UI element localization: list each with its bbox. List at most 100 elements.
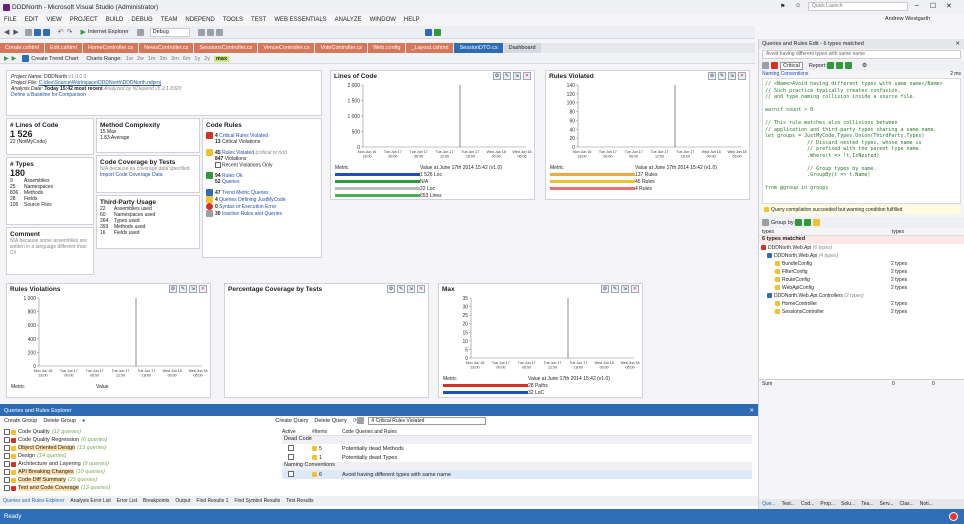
browser-select[interactable]: Internet Explorer: [88, 29, 129, 35]
chart-settings-icon[interactable]: ⚙: [169, 285, 177, 293]
rp-conventions-link[interactable]: Naming Conventions: [762, 71, 808, 77]
rp-tab[interactable]: Serv...: [876, 501, 896, 507]
create-group-button[interactable]: Create Group: [4, 418, 37, 424]
group-checkbox[interactable]: [4, 469, 10, 475]
chart-export-icon[interactable]: ⇲: [728, 72, 736, 80]
bp-tab[interactable]: Breakpoints: [140, 498, 172, 504]
chart-edit-icon[interactable]: ✎: [718, 72, 726, 80]
range-option[interactable]: 2w: [137, 56, 144, 62]
chart-export-icon[interactable]: ⇲: [621, 285, 629, 293]
bp-tab[interactable]: Find Symbol Results: [231, 498, 283, 504]
range-option[interactable]: 1m: [148, 56, 156, 62]
attach-icon[interactable]: [197, 28, 205, 36]
queries-link[interactable]: Queries: [222, 179, 240, 185]
chart-export-icon[interactable]: ⇲: [407, 285, 415, 293]
menu-web-essentials[interactable]: WEB ESSENTIALS: [270, 17, 330, 23]
chart-settings-icon[interactable]: ⚙: [387, 285, 395, 293]
result-row[interactable]: FilterConfig 2 types: [759, 268, 964, 276]
rule-group-select[interactable]: 4 Critical Rules Violated: [368, 416, 487, 425]
bp-col-queries[interactable]: Code Queries and Rules: [342, 429, 397, 435]
chart-edit-icon[interactable]: ✎: [179, 285, 187, 293]
menu-ndepend[interactable]: NDEPEND: [181, 17, 218, 23]
rp-tab[interactable]: Prop...: [817, 501, 838, 507]
config-select[interactable]: Debug: [149, 27, 190, 37]
doc-tab[interactable]: HomeController.cs: [82, 43, 139, 53]
doc-tab[interactable]: _Layout.cshtml: [406, 43, 454, 53]
bp-tab[interactable]: Output: [172, 498, 193, 504]
menu-debug[interactable]: DEBUG: [127, 17, 156, 23]
notification-icon[interactable]: ⚑: [780, 3, 785, 10]
bp-col-active[interactable]: Active: [282, 429, 312, 435]
thirdparty-tile[interactable]: Third-Party Usage 22 Assemblies used 60 Nam…: [96, 195, 200, 249]
doc-tab[interactable]: SessionDTO.cs: [454, 43, 503, 53]
bp-tab[interactable]: Find Results 1: [193, 498, 231, 504]
doc-tab[interactable]: NewsController.cs: [139, 43, 194, 53]
delete-group-button[interactable]: Delete Group: [43, 418, 76, 424]
run-icon[interactable]: ▶: [81, 28, 86, 36]
user-name[interactable]: Andrew Westgarth: [885, 16, 930, 22]
range-option[interactable]: 3m: [171, 56, 179, 62]
doc-tab[interactable]: Create.cshtml: [0, 43, 44, 53]
error-link[interactable]: Syntax or Execution Error: [219, 204, 276, 210]
chart-settings-icon[interactable]: ⚙: [601, 285, 609, 293]
chart-close-icon[interactable]: ✕: [738, 72, 746, 80]
bp-help-icon[interactable]: ●: [82, 418, 85, 424]
group-checkbox[interactable]: [4, 437, 10, 443]
rp-tab[interactable]: Solu...: [838, 501, 858, 507]
rp-tab[interactable]: Tea...: [858, 501, 876, 507]
rules-violated-link[interactable]: Rules Violated: [222, 150, 254, 156]
critical-rules-link[interactable]: Critical Rules Violated: [219, 133, 268, 139]
query-group[interactable]: Code Quality Regression (6 queries): [4, 436, 269, 444]
query-group[interactable]: Test and Code Coverage (13 queries): [4, 484, 269, 492]
bp-col-items[interactable]: #Items: [312, 429, 342, 435]
query-row[interactable]: 5 Potentially dead Methods: [282, 444, 752, 453]
rp-close-icon[interactable]: ✕: [955, 41, 960, 47]
create-trend-chart-button[interactable]: Create Trend Chart: [31, 56, 78, 62]
menu-file[interactable]: FILE: [0, 17, 21, 23]
play-icon[interactable]: ▶: [4, 55, 9, 62]
bookmark-icon[interactable]: [206, 28, 214, 36]
bp-tab[interactable]: Queries and Rules Explorer: [0, 498, 67, 504]
group-checkbox[interactable]: [4, 461, 10, 467]
bp-nav-icon[interactable]: [357, 417, 365, 424]
complexity-tile[interactable]: Method Complexity 15 Max 1.83 Average: [96, 118, 200, 153]
rp-folder-icon[interactable]: [813, 219, 821, 226]
result-row[interactable]: DDDNorth.Web.Api (6 types): [759, 244, 964, 252]
rp-settings-icon[interactable]: ⚙: [862, 62, 867, 69]
ndepend-icon[interactable]: [424, 28, 432, 36]
result-row[interactable]: DDDNorth.Web.Api (4 types): [759, 252, 964, 260]
menu-test[interactable]: TEST: [247, 17, 270, 23]
query-group[interactable]: Architecture and Layering (9 queries): [4, 460, 269, 468]
doc-tab[interactable]: Web.config: [368, 43, 406, 53]
rp-tab[interactable]: Cod...: [798, 501, 817, 507]
close-button[interactable]: ✕: [946, 2, 952, 10]
comment-icon[interactable]: [215, 28, 223, 36]
quick-launch-input[interactable]: Quick Launch: [808, 2, 908, 11]
menu-build[interactable]: BUILD: [102, 17, 128, 23]
rp-tab[interactable]: Test...: [779, 501, 798, 507]
query-row[interactable]: 6 Avoid having different types with same …: [282, 470, 752, 479]
types-tile[interactable]: # Types 180 9 Assemblies 25 Namespaces 836 Me…: [6, 157, 94, 225]
query-group[interactable]: Code Diff Summary (25 queries): [4, 476, 269, 484]
maximize-button[interactable]: ☐: [930, 2, 936, 10]
inactive-link[interactable]: Inactive Rules and Queries: [222, 211, 282, 217]
rp-col-types[interactable]: types: [762, 229, 892, 235]
range-option[interactable]: 2m: [160, 56, 168, 62]
rp-tab[interactable]: Que...: [759, 501, 779, 507]
rp-report-icon-1[interactable]: [826, 62, 834, 69]
result-row[interactable]: HomeController 2 types: [759, 300, 964, 308]
range-option[interactable]: 6m: [183, 56, 191, 62]
chart-edit-icon[interactable]: ✎: [611, 285, 619, 293]
delete-query-button[interactable]: Delete Query: [314, 418, 346, 424]
chart-edit-icon[interactable]: ✎: [397, 285, 405, 293]
range-option[interactable]: max: [214, 55, 230, 62]
group-checkbox[interactable]: [4, 485, 10, 491]
range-option[interactable]: 2y: [204, 56, 210, 62]
rp-col-types-2[interactable]: types: [892, 229, 904, 235]
rp-tab[interactable]: Noti...: [917, 501, 936, 507]
chart-close-icon[interactable]: ✕: [417, 285, 425, 293]
group-checkbox[interactable]: [4, 453, 10, 459]
chart-close-icon[interactable]: ✕: [523, 72, 531, 80]
redo-icon[interactable]: ↷: [67, 28, 73, 36]
ndepend-status-icon[interactable]: [433, 28, 441, 36]
